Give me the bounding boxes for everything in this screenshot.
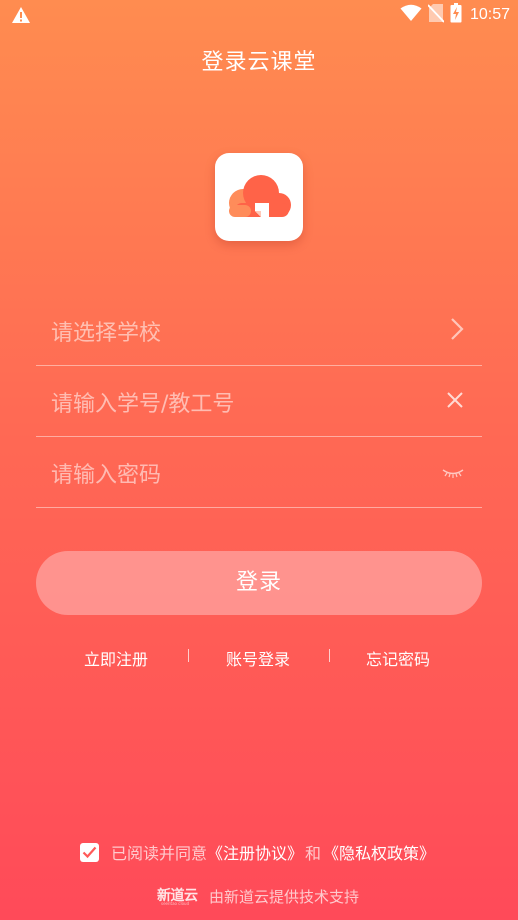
login-screen: 10:57 登录云课堂 请选择学校 请输入学号/教工号 请输入密码 登录 立即注…: [0, 0, 518, 920]
clear-icon[interactable]: [446, 388, 464, 413]
link-divider: [329, 649, 330, 662]
check-icon: [82, 846, 97, 858]
brand-logo-subtext: seentao cloud: [161, 901, 190, 906]
no-sim-icon: [427, 3, 445, 27]
app-logo: [215, 153, 303, 241]
password-input[interactable]: 请输入密码: [36, 437, 482, 508]
footer-text: 由新道云提供技术支持: [209, 887, 360, 906]
warning-icon: [11, 6, 31, 28]
status-bar: 10:57: [0, 0, 518, 30]
eye-closed-icon[interactable]: [442, 459, 464, 485]
status-icons: 10:57: [400, 3, 510, 27]
password-input-placeholder: 请输入密码: [51, 463, 162, 488]
school-select-placeholder: 请选择学校: [51, 321, 162, 346]
battery-charging-icon: [450, 3, 462, 27]
cloud-logo-icon: [229, 175, 291, 217]
agree-checkbox[interactable]: [80, 842, 99, 862]
brand-logo: 新道云 seentao cloud: [157, 885, 202, 907]
agreement-and: 和: [305, 844, 322, 863]
register-link[interactable]: 立即注册: [84, 646, 148, 670]
agreement-row: 已阅读并同意 《注册协议》 和 《隐私权政策》: [80, 840, 435, 864]
account-input[interactable]: 请输入学号/教工号: [36, 366, 482, 437]
wifi-icon: [400, 4, 422, 26]
status-time: 10:57: [469, 6, 510, 23]
forgot-password-link[interactable]: 忘记密码: [366, 646, 430, 670]
agreement-prefix: 已阅读并同意: [111, 844, 208, 863]
privacy-link[interactable]: 《隐私权政策》: [323, 840, 435, 864]
footer: 新道云 seentao cloud 由新道云提供技术支持: [157, 884, 359, 908]
account-input-placeholder: 请输入学号/教工号: [51, 392, 235, 417]
account-login-link[interactable]: 账号登录: [226, 646, 290, 670]
page-title: 登录云课堂: [201, 50, 317, 75]
school-select[interactable]: 请选择学校: [36, 295, 482, 366]
chevron-right-icon[interactable]: [450, 317, 464, 345]
link-divider: [188, 649, 189, 662]
login-button[interactable]: 登录: [36, 551, 482, 615]
terms-link[interactable]: 《注册协议》: [207, 840, 303, 864]
